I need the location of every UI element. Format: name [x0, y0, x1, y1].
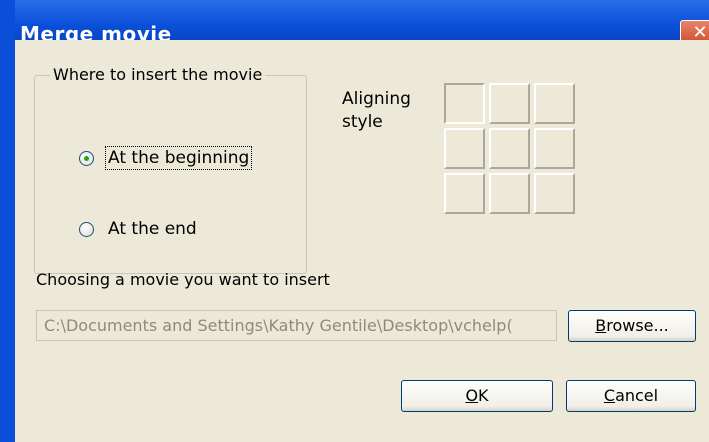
radio-end-label[interactable]: At the end: [106, 218, 199, 240]
align-bottom-center[interactable]: [489, 173, 530, 214]
aligning-style-label-line1: Aligning: [342, 89, 411, 109]
cancel-mnemonic: C: [603, 386, 616, 405]
align-middle-center[interactable]: [489, 128, 530, 169]
browse-button[interactable]: Browse...: [568, 310, 696, 342]
dialog-body: Where to insert the movie At the beginni…: [15, 40, 709, 442]
radio-row-end[interactable]: At the end: [79, 218, 199, 240]
window-frame-left: [0, 0, 15, 442]
merge-movie-dialog: Merge movie ✕ Where to insert the movie …: [0, 0, 709, 442]
align-bottom-left[interactable]: [444, 173, 485, 214]
ok-mnemonic: O: [465, 386, 479, 405]
movie-path-input[interactable]: C:\Documents and Settings\Kathy Gentile\…: [36, 310, 557, 341]
align-top-right[interactable]: [534, 83, 575, 124]
aligning-style-label-line2: style: [342, 112, 383, 132]
browse-label: rowse...: [606, 316, 669, 335]
cancel-button[interactable]: Cancel: [566, 380, 696, 412]
align-bottom-right[interactable]: [534, 173, 575, 214]
aligning-style-label: Aligning style: [342, 88, 411, 134]
radio-beginning-label[interactable]: At the beginning: [104, 146, 253, 170]
insert-position-legend: Where to insert the movie: [50, 65, 266, 84]
radio-beginning[interactable]: [79, 150, 94, 166]
ok-button[interactable]: OK: [401, 380, 553, 412]
cancel-label: ancel: [615, 386, 659, 405]
align-middle-right[interactable]: [534, 128, 575, 169]
align-top-center[interactable]: [489, 83, 530, 124]
browse-mnemonic: B: [595, 316, 607, 335]
align-top-left[interactable]: [444, 83, 485, 124]
movie-path-label: Choosing a movie you want to insert: [36, 270, 330, 289]
align-middle-left[interactable]: [444, 128, 485, 169]
radio-end[interactable]: [79, 221, 94, 237]
ok-label: K: [478, 386, 489, 405]
radio-row-beginning[interactable]: At the beginning: [79, 146, 253, 170]
alignment-grid: [444, 83, 577, 217]
title-bar[interactable]: Merge movie ✕: [0, 0, 709, 46]
insert-position-group: Where to insert the movie At the beginni…: [34, 65, 307, 274]
